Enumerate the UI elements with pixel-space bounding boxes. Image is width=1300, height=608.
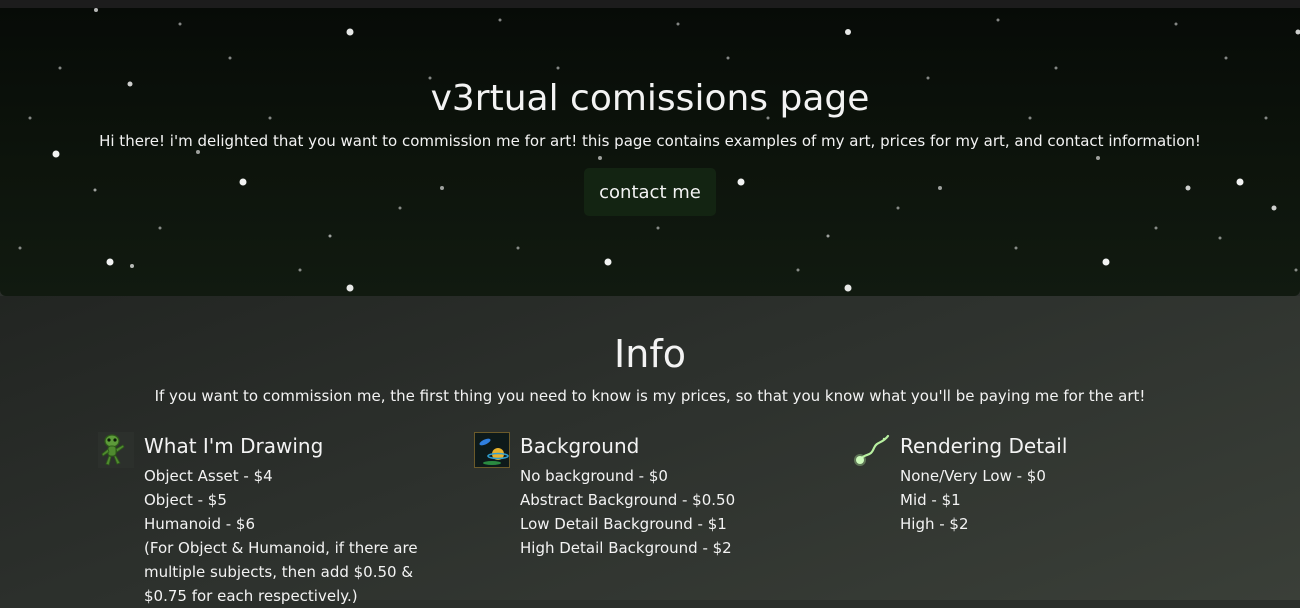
price-item: High Detail Background - $2 [520, 536, 820, 560]
info-intro-text: If you want to commission me, the first … [0, 387, 1300, 405]
price-item: Object - $5 [144, 488, 444, 512]
price-item: No background - $0 [520, 464, 820, 488]
info-title: Info [0, 332, 1300, 376]
price-note: (For Object & Humanoid, if there are mul… [144, 536, 444, 608]
alien-icon [98, 432, 134, 468]
contact-me-button[interactable]: contact me [584, 168, 716, 216]
price-list: None/Very Low - $0 Mid - $1 High - $2 [900, 464, 1200, 536]
price-item: Object Asset - $4 [144, 464, 444, 488]
comet-icon [854, 432, 890, 468]
column-heading: Rendering Detail [900, 434, 1067, 458]
hero-intro-text: Hi there! i'm delighted that you want to… [0, 132, 1300, 150]
top-bar [0, 0, 1300, 8]
starfield-background [0, 8, 1300, 296]
price-list: Object Asset - $4 Object - $5 Humanoid -… [144, 464, 444, 608]
column-heading: Background [520, 434, 639, 458]
price-item: Abstract Background - $0.50 [520, 488, 820, 512]
price-item: High - $2 [900, 512, 1200, 536]
price-item: None/Very Low - $0 [900, 464, 1200, 488]
planet-icon [474, 432, 510, 468]
price-item: Mid - $1 [900, 488, 1200, 512]
page-title: v3rtual comissions page [0, 78, 1300, 119]
column-heading: What I'm Drawing [144, 434, 323, 458]
price-list: No background - $0 Abstract Background -… [520, 464, 820, 560]
info-section: Info If you want to commission me, the f… [0, 296, 1300, 600]
price-item: Low Detail Background - $1 [520, 512, 820, 536]
hero-section: v3rtual comissions page Hi there! i'm de… [0, 8, 1300, 296]
price-item: Humanoid - $6 [144, 512, 444, 536]
